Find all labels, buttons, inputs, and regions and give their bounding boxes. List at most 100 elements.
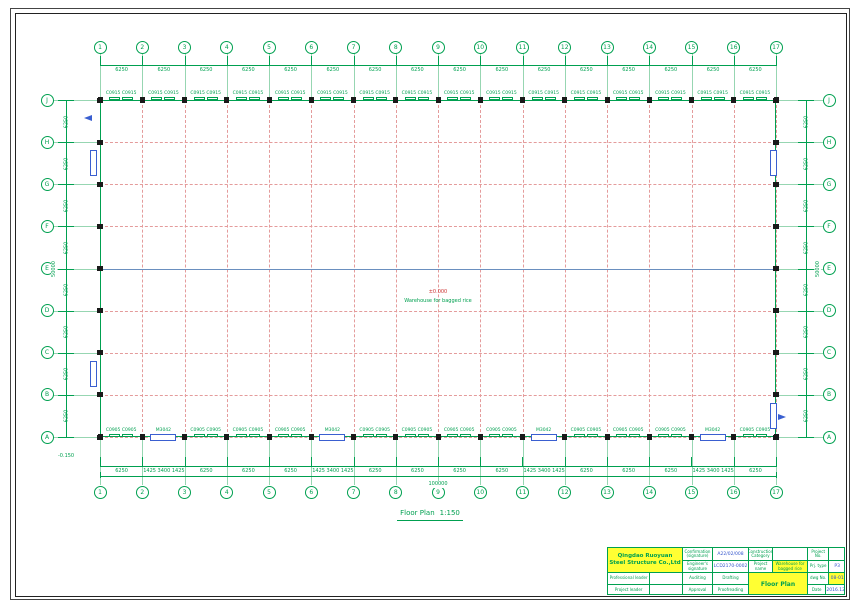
grid-bubble: J xyxy=(823,94,836,107)
window-icon xyxy=(574,434,585,437)
dwg-no-cell: dwg No. 08-01 xyxy=(808,573,845,585)
project-no-label: Project No. xyxy=(808,550,828,559)
dim-value: 6250 xyxy=(580,67,593,73)
dim-value: 6250 xyxy=(749,67,762,73)
bay: C0915 C0915 xyxy=(269,89,311,100)
window-symbols xyxy=(320,97,344,100)
window-icon xyxy=(122,434,133,437)
dim-value: 6250 xyxy=(411,67,424,73)
dim-value: 6250 xyxy=(707,67,720,73)
bay: C0915 C0915 xyxy=(480,89,522,100)
company-name: Qingdao Ruoyuan Steel Structure Co.,Ltd xyxy=(608,548,683,573)
door-icon xyxy=(700,434,726,441)
auditing-label: Auditing xyxy=(689,576,706,581)
window-symbols xyxy=(363,97,387,100)
dwg-title-cell: Floor Plan xyxy=(749,573,808,595)
project-leader-cell: Project leader xyxy=(608,585,683,595)
approval-label: Approval xyxy=(689,588,707,593)
dim-value: 6250 xyxy=(665,67,678,73)
dwg-no-value: 08-01 xyxy=(831,576,844,581)
window-icon xyxy=(447,434,458,437)
window-icon xyxy=(714,97,725,100)
grid-bubble: 1 xyxy=(94,41,107,54)
window-icon xyxy=(460,97,471,100)
column-mark xyxy=(773,350,779,355)
project-no-cell: Project No. xyxy=(808,548,845,561)
window-icon xyxy=(616,434,627,437)
confirmation-label-cell: Confirmation (signature) xyxy=(683,548,713,561)
window-icon xyxy=(291,97,302,100)
window-icon xyxy=(249,434,260,437)
floor-level-label: -0.150 xyxy=(58,453,74,459)
project-name-label-cell: Project name xyxy=(749,561,773,573)
project-name-value: Warehouse for bagged rice xyxy=(773,562,807,571)
window-symbols xyxy=(236,97,260,100)
window-icon xyxy=(418,97,429,100)
window-icon xyxy=(545,97,556,100)
total-width-value: 100000 xyxy=(426,481,449,488)
window-icon xyxy=(489,97,500,100)
opening-label: C0905 C0905 xyxy=(655,428,686,433)
confirmation-no-cell: A22/02/008 xyxy=(713,548,749,561)
window-icon xyxy=(658,434,669,437)
grid-bubble: D xyxy=(823,304,836,317)
prj-type-label: Prj. type xyxy=(810,564,827,569)
bay: C0915 C0915 xyxy=(227,89,269,100)
bay: C0905 C0905 xyxy=(649,426,691,437)
window-icon xyxy=(532,97,543,100)
window-icon xyxy=(109,434,120,437)
grid-bubble: F xyxy=(823,220,836,233)
grid-bubble: A xyxy=(823,431,836,444)
column-mark xyxy=(773,392,779,397)
window-icon xyxy=(109,97,120,100)
total-height-dim-right: 50000 xyxy=(812,100,824,437)
contract-no: LCD2170-0002 xyxy=(714,564,748,569)
date-value: 2016.12 xyxy=(826,588,845,593)
window-icon xyxy=(616,97,627,100)
total-height-value: 50000 xyxy=(815,259,821,279)
window-icon xyxy=(502,97,513,100)
bay: C0915 C0915 xyxy=(142,89,184,100)
window-icon xyxy=(363,434,374,437)
bay: C0915 C0915 xyxy=(565,89,607,100)
dim-line-right xyxy=(806,100,807,438)
grid-bubble: 9 xyxy=(432,41,445,54)
grid-bubble: 12 xyxy=(558,41,571,54)
grid-bubbles-top: 1234567891011121314151617 xyxy=(94,41,783,54)
bay: C0905 C0905 xyxy=(438,426,480,437)
company-line-2: Steel Structure Co.,Ltd xyxy=(609,560,680,567)
bay: C0915 C0915 xyxy=(523,89,565,100)
opening-label: C0905 C0905 xyxy=(486,428,517,433)
dwg-no-label: dwg No. xyxy=(810,576,826,581)
window-symbols xyxy=(743,434,767,437)
grid-bubble: 10 xyxy=(474,41,487,54)
dim-value: 6250 xyxy=(622,67,635,73)
dim-value: 6250 xyxy=(538,67,551,73)
room-name: Warehouse for bagged rice xyxy=(404,298,472,304)
window-icon xyxy=(629,97,640,100)
title-block: Qingdao Ruoyuan Steel Structure Co.,Ltd … xyxy=(607,547,845,595)
proofreading-cell: Proofreading xyxy=(713,585,749,595)
column-mark xyxy=(97,140,103,145)
bay: C0915 C0915 xyxy=(438,89,480,100)
window-icon xyxy=(405,434,416,437)
opening-label: C0905 C0905 xyxy=(571,428,602,433)
bay: C0915 C0915 xyxy=(100,89,142,100)
company-line-1: Qingdao Ruoyuan xyxy=(618,553,673,560)
professional-leader-cell: Professional leader xyxy=(608,573,683,585)
bay: C0905 C0905 xyxy=(354,426,396,437)
building-outline xyxy=(100,100,776,437)
dim-value: 6250 xyxy=(158,67,171,73)
bay: C0915 C0915 xyxy=(396,89,438,100)
window-icon xyxy=(207,434,218,437)
dim-value: 6250 xyxy=(369,67,382,73)
window-label: C0915 C0915 xyxy=(444,91,475,96)
window-label: C0915 C0915 xyxy=(402,91,433,96)
column-mark xyxy=(97,266,103,271)
window-symbols xyxy=(278,97,302,100)
grid-bubble: B xyxy=(823,388,836,401)
bay: C0915 C0915 xyxy=(607,89,649,100)
dim-value: 6250 xyxy=(242,67,255,73)
door-icon xyxy=(531,434,557,441)
bay: C0915 C0915 xyxy=(692,89,734,100)
